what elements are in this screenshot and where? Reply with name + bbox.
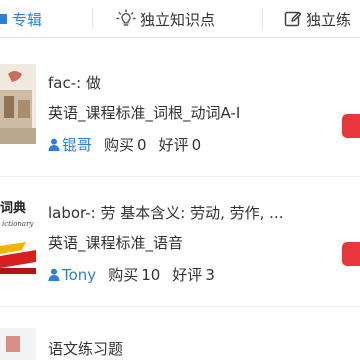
lightbulb-icon: [116, 9, 136, 29]
rating-label: 好评: [158, 136, 189, 154]
tab-knowledge-points[interactable]: 独立知识点: [116, 0, 215, 38]
user-icon: [48, 138, 60, 151]
author-name: 锟哥: [62, 136, 93, 154]
album-icon: [0, 12, 8, 26]
item-title[interactable]: labor-: 劳 基本含义: 劳动, 劳作, ...: [48, 202, 283, 223]
tab-independent-exercise-label: 独立练: [306, 10, 352, 29]
item-category: 英语_课程标准_语音: [48, 234, 184, 252]
item-meta: 锟哥 购买 0 好评 0: [48, 134, 213, 155]
author-name: Tony: [62, 265, 97, 284]
item-divider: [0, 176, 360, 177]
edit-icon: [284, 10, 302, 28]
list-item[interactable]: fac-: 做 英语_课程标准_词根_动词A-I 锟哥 购买 0 好评 0: [0, 56, 360, 168]
tab-knowledge-points-label: 独立知识点: [140, 10, 216, 29]
item-action-button[interactable]: [342, 114, 360, 138]
rating-count: 3: [205, 265, 215, 284]
purchase-label: 购买: [104, 136, 135, 154]
item-action-button[interactable]: [342, 242, 360, 266]
user-icon: [48, 268, 60, 281]
list-item[interactable]: 语文练习题: [0, 328, 360, 360]
purchase-label: 购买: [108, 266, 139, 284]
rating-label: 好评: [172, 266, 203, 284]
list-item[interactable]: 词典 ictionary labor-: 劳 基本含义: 劳动, 劳作, ...…: [0, 186, 360, 298]
tab-album[interactable]: 专辑: [0, 0, 42, 38]
item-title[interactable]: 语文练习题: [48, 338, 123, 359]
tab-independent-exercise[interactable]: 独立练: [284, 0, 351, 38]
tab-album-label: 专辑: [12, 10, 43, 29]
exercise-cover-icon: [0, 328, 36, 360]
svg-text:ictionary: ictionary: [2, 220, 34, 228]
svg-text:词典: 词典: [0, 200, 26, 216]
item-category: 英语_课程标准_词根_动词A-I: [48, 104, 241, 122]
item-title[interactable]: fac-: 做: [48, 72, 101, 93]
textbook-cover-icon: [0, 64, 36, 144]
tab-separator: [262, 8, 263, 30]
tab-bar: 专辑 独立知识点 独立练: [0, 0, 360, 38]
tab-separator: [92, 8, 93, 30]
item-divider: [0, 306, 360, 307]
purchase-count: 0: [137, 135, 147, 154]
item-author[interactable]: Tony: [48, 266, 96, 284]
purchase-count: 10: [141, 265, 161, 284]
dictionary-cover-icon: 词典 ictionary: [0, 194, 36, 274]
rating-count: 0: [191, 135, 202, 154]
item-author[interactable]: 锟哥: [48, 134, 92, 155]
item-meta: Tony 购买 10 好评 3: [48, 264, 227, 285]
